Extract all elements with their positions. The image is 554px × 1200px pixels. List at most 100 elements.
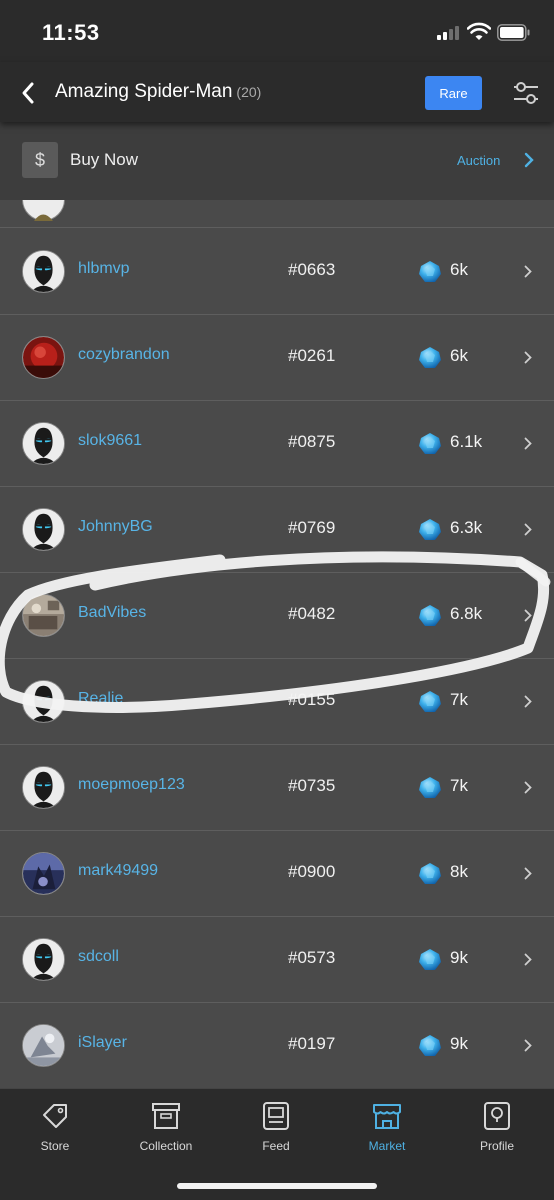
gem-currency-icon — [418, 260, 442, 284]
avatar[interactable] — [22, 508, 65, 551]
chevron-right-icon[interactable] — [524, 609, 532, 622]
buy-mode-bar: $ Buy Now Auction — [0, 122, 554, 200]
seller-username[interactable]: sdcoll — [78, 948, 119, 966]
avatar[interactable] — [22, 1024, 65, 1067]
list-item[interactable]: hlbmvp #0663 6k — [0, 229, 554, 315]
navigation-header: Amazing Spider-Man (20) Rare — [0, 62, 554, 122]
avatar[interactable] — [22, 680, 65, 723]
back-chevron-icon[interactable] — [20, 81, 36, 105]
page-title-text: Amazing Spider-Man — [55, 81, 233, 102]
seller-username[interactable]: Realie — [78, 690, 123, 708]
seller-username[interactable]: JohnnyBG — [78, 518, 153, 536]
serial-number: #0197 — [288, 1034, 336, 1053]
listing-price: 9k — [450, 1034, 468, 1053]
chevron-right-icon[interactable] — [524, 437, 532, 450]
seller-username[interactable]: cozybrandon — [78, 346, 170, 364]
list-item[interactable]: sdcoll #0573 9k — [0, 917, 554, 1003]
profile-icon — [484, 1102, 510, 1130]
battery-icon — [497, 24, 530, 41]
list-item[interactable]: moepmoep123 #0735 7k — [0, 745, 554, 831]
gem-currency-icon — [418, 432, 442, 456]
avatar[interactable] — [22, 594, 65, 637]
serial-number: #0573 — [288, 948, 336, 967]
serial-number: #0261 — [288, 346, 336, 365]
rare-button[interactable]: Rare — [425, 76, 482, 110]
listing-price: 6k — [450, 260, 468, 279]
chevron-right-icon[interactable] — [524, 695, 532, 708]
gem-currency-icon — [418, 518, 442, 542]
list-item[interactable]: BadVibes #0482 6.8k — [0, 573, 554, 659]
status-bar: 11:53 — [0, 0, 554, 62]
gem-currency-icon — [418, 346, 442, 370]
tab-feed-label: Feed — [262, 1139, 290, 1153]
chevron-right-icon[interactable] — [524, 867, 532, 880]
gem-currency-icon — [418, 948, 442, 972]
listing-price: 6.8k — [450, 604, 483, 623]
status-time: 11:53 — [42, 20, 100, 45]
buy-now-label: Buy Now — [70, 150, 139, 169]
avatar[interactable] — [22, 852, 65, 895]
list-item[interactable]: slok9661 #0875 6.1k — [0, 401, 554, 487]
list-item[interactable]: Realie #0155 7k — [0, 659, 554, 745]
tab-market-label: Market — [368, 1139, 406, 1153]
seller-username[interactable]: BadVibes — [78, 604, 146, 622]
chevron-right-icon[interactable] — [524, 523, 532, 536]
filter-sliders-icon[interactable] — [512, 78, 540, 108]
seller-username[interactable]: slok9661 — [78, 432, 142, 450]
list-item[interactable]: cozybrandon #0261 6k — [0, 315, 554, 401]
listing-price: 6.3k — [450, 518, 483, 537]
listing-list[interactable]: hlbmvp #0663 6k cozybrandon #0261 6k slok9661 #… — [0, 200, 554, 1088]
seller-username[interactable]: hlbmvp — [78, 260, 130, 278]
list-item[interactable]: iSlayer #0197 9k — [0, 1003, 554, 1088]
chevron-right-icon[interactable] — [524, 1039, 532, 1052]
tab-market[interactable]: Market — [332, 1089, 442, 1164]
tab-store-label: Store — [40, 1139, 70, 1153]
page-title-count: (20) — [236, 84, 262, 100]
tag-icon — [43, 1104, 67, 1128]
tab-profile-label: Profile — [479, 1139, 514, 1153]
list-item[interactable]: JohnnyBG #0769 6.3k — [0, 487, 554, 573]
listing-price: 6k — [450, 346, 468, 365]
list-item[interactable]: mark49499 #0900 8k — [0, 831, 554, 917]
auction-chevron-icon[interactable] — [524, 152, 534, 168]
serial-number: #0663 — [288, 260, 336, 279]
serial-number: #0875 — [288, 432, 336, 451]
seller-username[interactable]: iSlayer — [78, 1034, 127, 1052]
dollar-icon: $ — [22, 142, 58, 178]
home-indicator[interactable] — [177, 1183, 377, 1189]
serial-number: #0482 — [288, 604, 336, 623]
seller-username[interactable]: mark49499 — [78, 862, 158, 880]
listing-price: 6.1k — [450, 432, 483, 451]
avatar[interactable] — [22, 422, 65, 465]
listing-price: 7k — [450, 776, 468, 795]
tab-store[interactable]: Store — [0, 1089, 110, 1164]
chevron-right-icon[interactable] — [524, 953, 532, 966]
avatar[interactable] — [22, 250, 65, 293]
auction-link[interactable]: Auction — [457, 153, 500, 168]
chevron-right-icon[interactable] — [524, 781, 532, 794]
serial-number: #0735 — [288, 776, 336, 795]
gem-currency-icon — [418, 604, 442, 628]
feed-icon — [263, 1102, 289, 1130]
tab-feed[interactable]: Feed — [221, 1089, 331, 1164]
wifi-icon — [467, 22, 491, 40]
tab-collection-label: Collection — [139, 1139, 193, 1153]
gem-currency-icon — [418, 1034, 442, 1058]
avatar[interactable] — [22, 336, 65, 379]
gem-currency-icon — [418, 690, 442, 714]
serial-number: #0769 — [288, 518, 336, 537]
seller-username[interactable]: moepmoep123 — [78, 776, 185, 794]
chevron-right-icon[interactable] — [524, 351, 532, 364]
listing-price: 7k — [450, 690, 468, 709]
avatar[interactable] — [22, 766, 65, 809]
cellular-signal-icon — [437, 24, 463, 40]
serial-number: #0900 — [288, 862, 336, 881]
avatar[interactable] — [22, 938, 65, 981]
list-item-partial — [0, 200, 554, 228]
page-title: Amazing Spider-Man (20) — [55, 81, 261, 103]
tab-profile[interactable]: Profile — [442, 1089, 552, 1164]
gem-currency-icon — [418, 776, 442, 800]
chevron-right-icon[interactable] — [524, 265, 532, 278]
listing-price: 9k — [450, 948, 468, 967]
tab-collection[interactable]: Collection — [111, 1089, 221, 1164]
